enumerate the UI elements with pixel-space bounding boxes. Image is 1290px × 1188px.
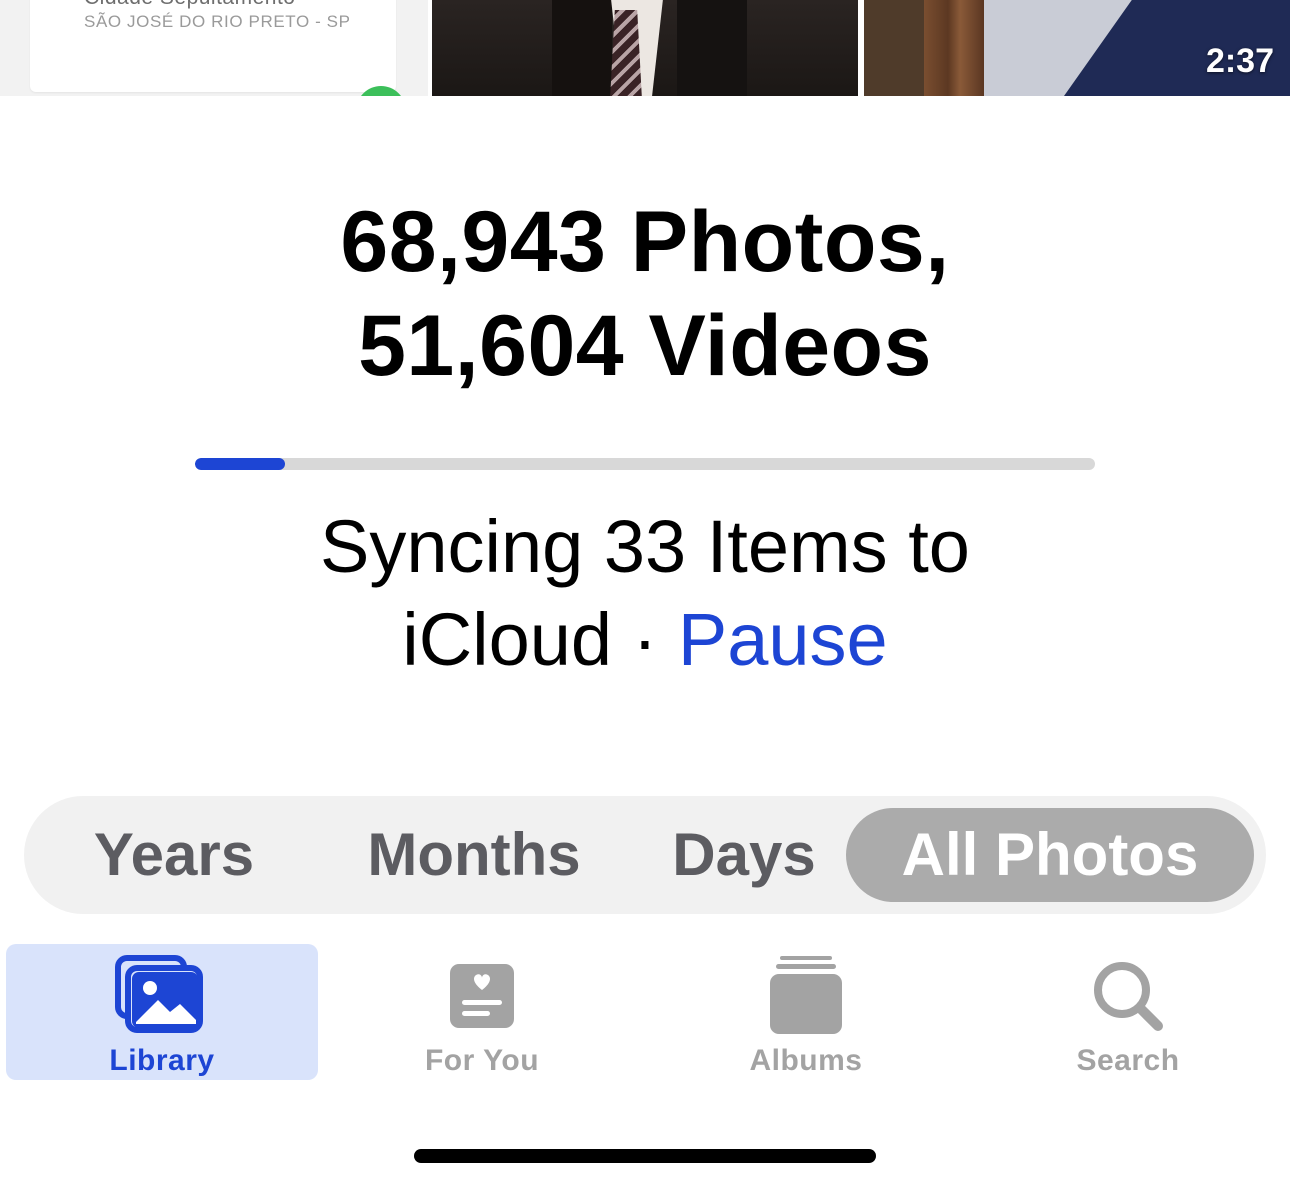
- photo-thumbnail[interactable]: Cidade Sepultamento SÃO JOSÉ DO RIO PRET…: [0, 0, 428, 96]
- tab-for-you[interactable]: For You: [326, 944, 638, 1080]
- sync-status: Syncing 33 Items to iCloud · Pause: [0, 500, 1290, 686]
- home-indicator: [414, 1149, 876, 1163]
- photo-thumbnail[interactable]: [432, 0, 858, 96]
- library-summary: 68,943 Photos, 51,604 Videos: [0, 190, 1290, 398]
- library-icon: [115, 955, 203, 1033]
- tab-bar: Library For You Albums Search: [0, 944, 1290, 1084]
- search-icon: [1094, 962, 1163, 1031]
- sync-status-line1: Syncing 33 Items to: [320, 505, 970, 588]
- tab-library-label: Library: [109, 1044, 215, 1077]
- photos-count: 68,943 Photos,: [340, 194, 950, 290]
- video-duration: 2:37: [1205, 42, 1274, 80]
- tab-library[interactable]: Library: [6, 944, 318, 1080]
- albums-icon: [770, 956, 842, 1034]
- tab-albums-label: Albums: [749, 1044, 863, 1077]
- tab-albums[interactable]: Albums: [650, 944, 962, 1080]
- tab-for-you-label: For You: [424, 1044, 540, 1077]
- sync-status-text: iCloud ·: [402, 598, 678, 681]
- photo-content: [610, 10, 642, 96]
- segment-years[interactable]: Years: [64, 808, 284, 902]
- clipped-caption: Cidade Sepultamento: [84, 0, 295, 10]
- photo-content: [924, 0, 984, 96]
- sync-progress-fill: [195, 458, 285, 470]
- segment-days[interactable]: Days: [644, 808, 844, 902]
- segment-all-photos[interactable]: All Photos: [846, 808, 1254, 902]
- video-thumbnail[interactable]: 2:37: [864, 0, 1290, 96]
- photo-content: [552, 0, 612, 96]
- photo-grid-strip: Cidade Sepultamento SÃO JOSÉ DO RIO PRET…: [0, 0, 1290, 96]
- city-caption: SÃO JOSÉ DO RIO PRETO - SP: [84, 12, 351, 31]
- segment-months[interactable]: Months: [324, 808, 624, 902]
- tab-search[interactable]: Search: [972, 944, 1284, 1080]
- sync-status-line2: iCloud · Pause: [0, 593, 1290, 686]
- sync-progress-bar: [195, 458, 1095, 470]
- photo-content: [677, 0, 747, 96]
- view-segmented-control: Years Months Days All Photos: [24, 796, 1266, 914]
- pause-sync-link[interactable]: Pause: [678, 598, 888, 681]
- videos-count: 51,604 Videos: [358, 298, 932, 394]
- tab-search-label: Search: [1076, 1044, 1180, 1077]
- for-you-icon: [450, 964, 514, 1028]
